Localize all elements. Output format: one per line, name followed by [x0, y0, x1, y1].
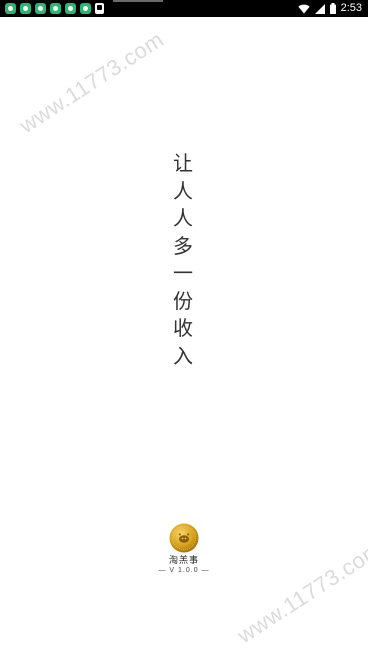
- slogan: 让 人 人 多 一 份 收 入: [168, 150, 198, 370]
- slogan-char: 人: [173, 206, 193, 230]
- app-notification-icon: [65, 3, 76, 14]
- slogan-char: 份: [173, 288, 193, 313]
- app-notification-icon: [5, 3, 16, 14]
- splash-screen: 2:53 www.11773.com www.11773.com 让 人 人 多…: [0, 0, 368, 654]
- status-divider: [113, 0, 163, 2]
- app-notification-icon: [35, 3, 46, 14]
- watermark-bottom: www.11773.com: [232, 536, 368, 649]
- slogan-char: 收: [173, 316, 193, 340]
- slogan-char: 一: [173, 261, 193, 285]
- status-time: 2:53: [340, 2, 362, 14]
- app-notification-icon: [80, 3, 91, 14]
- download-icon: [95, 3, 104, 14]
- app-notification-icon: [20, 3, 31, 14]
- slogan-char: 入: [173, 343, 193, 368]
- notification-icons: [5, 3, 104, 14]
- slogan-char: 人: [173, 178, 193, 203]
- app-version: — V 1.0.0 —: [158, 567, 210, 574]
- app-notification-icon: [50, 3, 61, 14]
- system-status: 2:53: [297, 2, 362, 15]
- watermark-top: www.11773.com: [14, 26, 168, 139]
- status-bar: 2:53: [0, 0, 368, 17]
- slogan-char: 让: [173, 151, 193, 175]
- signal-icon: [314, 3, 325, 14]
- wifi-icon: [297, 4, 310, 14]
- battery-icon: [329, 3, 336, 14]
- slogan-char: 多: [173, 233, 193, 258]
- app-logo-icon: [169, 523, 199, 553]
